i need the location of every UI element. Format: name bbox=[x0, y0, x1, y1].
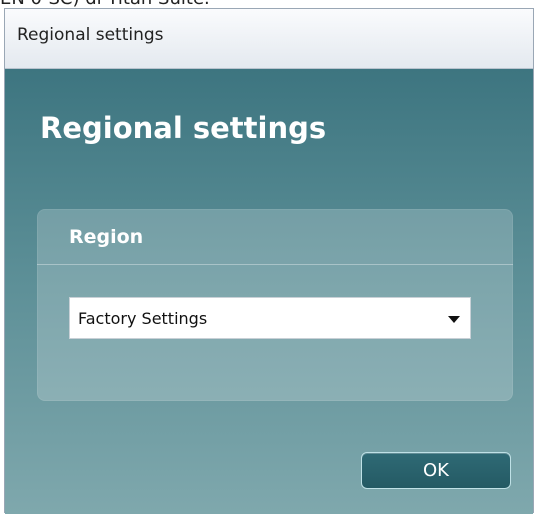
chevron-down-icon[interactable] bbox=[448, 316, 460, 323]
title-bar: Regional settings bbox=[5, 9, 533, 69]
region-select-value: Factory Settings bbox=[78, 309, 208, 328]
window-title: Regional settings bbox=[17, 25, 164, 45]
region-select[interactable]: Factory Settings bbox=[69, 297, 471, 339]
regional-settings-dialog: Regional settings Regional settings Regi… bbox=[4, 8, 534, 514]
page-title: Regional settings bbox=[40, 111, 327, 145]
region-panel-header: Region bbox=[37, 209, 513, 265]
ok-button[interactable]: OK bbox=[361, 452, 511, 489]
dialog-content: Regional settings Region Factory Setting… bbox=[5, 69, 533, 514]
region-label: Region bbox=[69, 226, 144, 248]
region-panel: Region Factory Settings bbox=[37, 209, 513, 401]
